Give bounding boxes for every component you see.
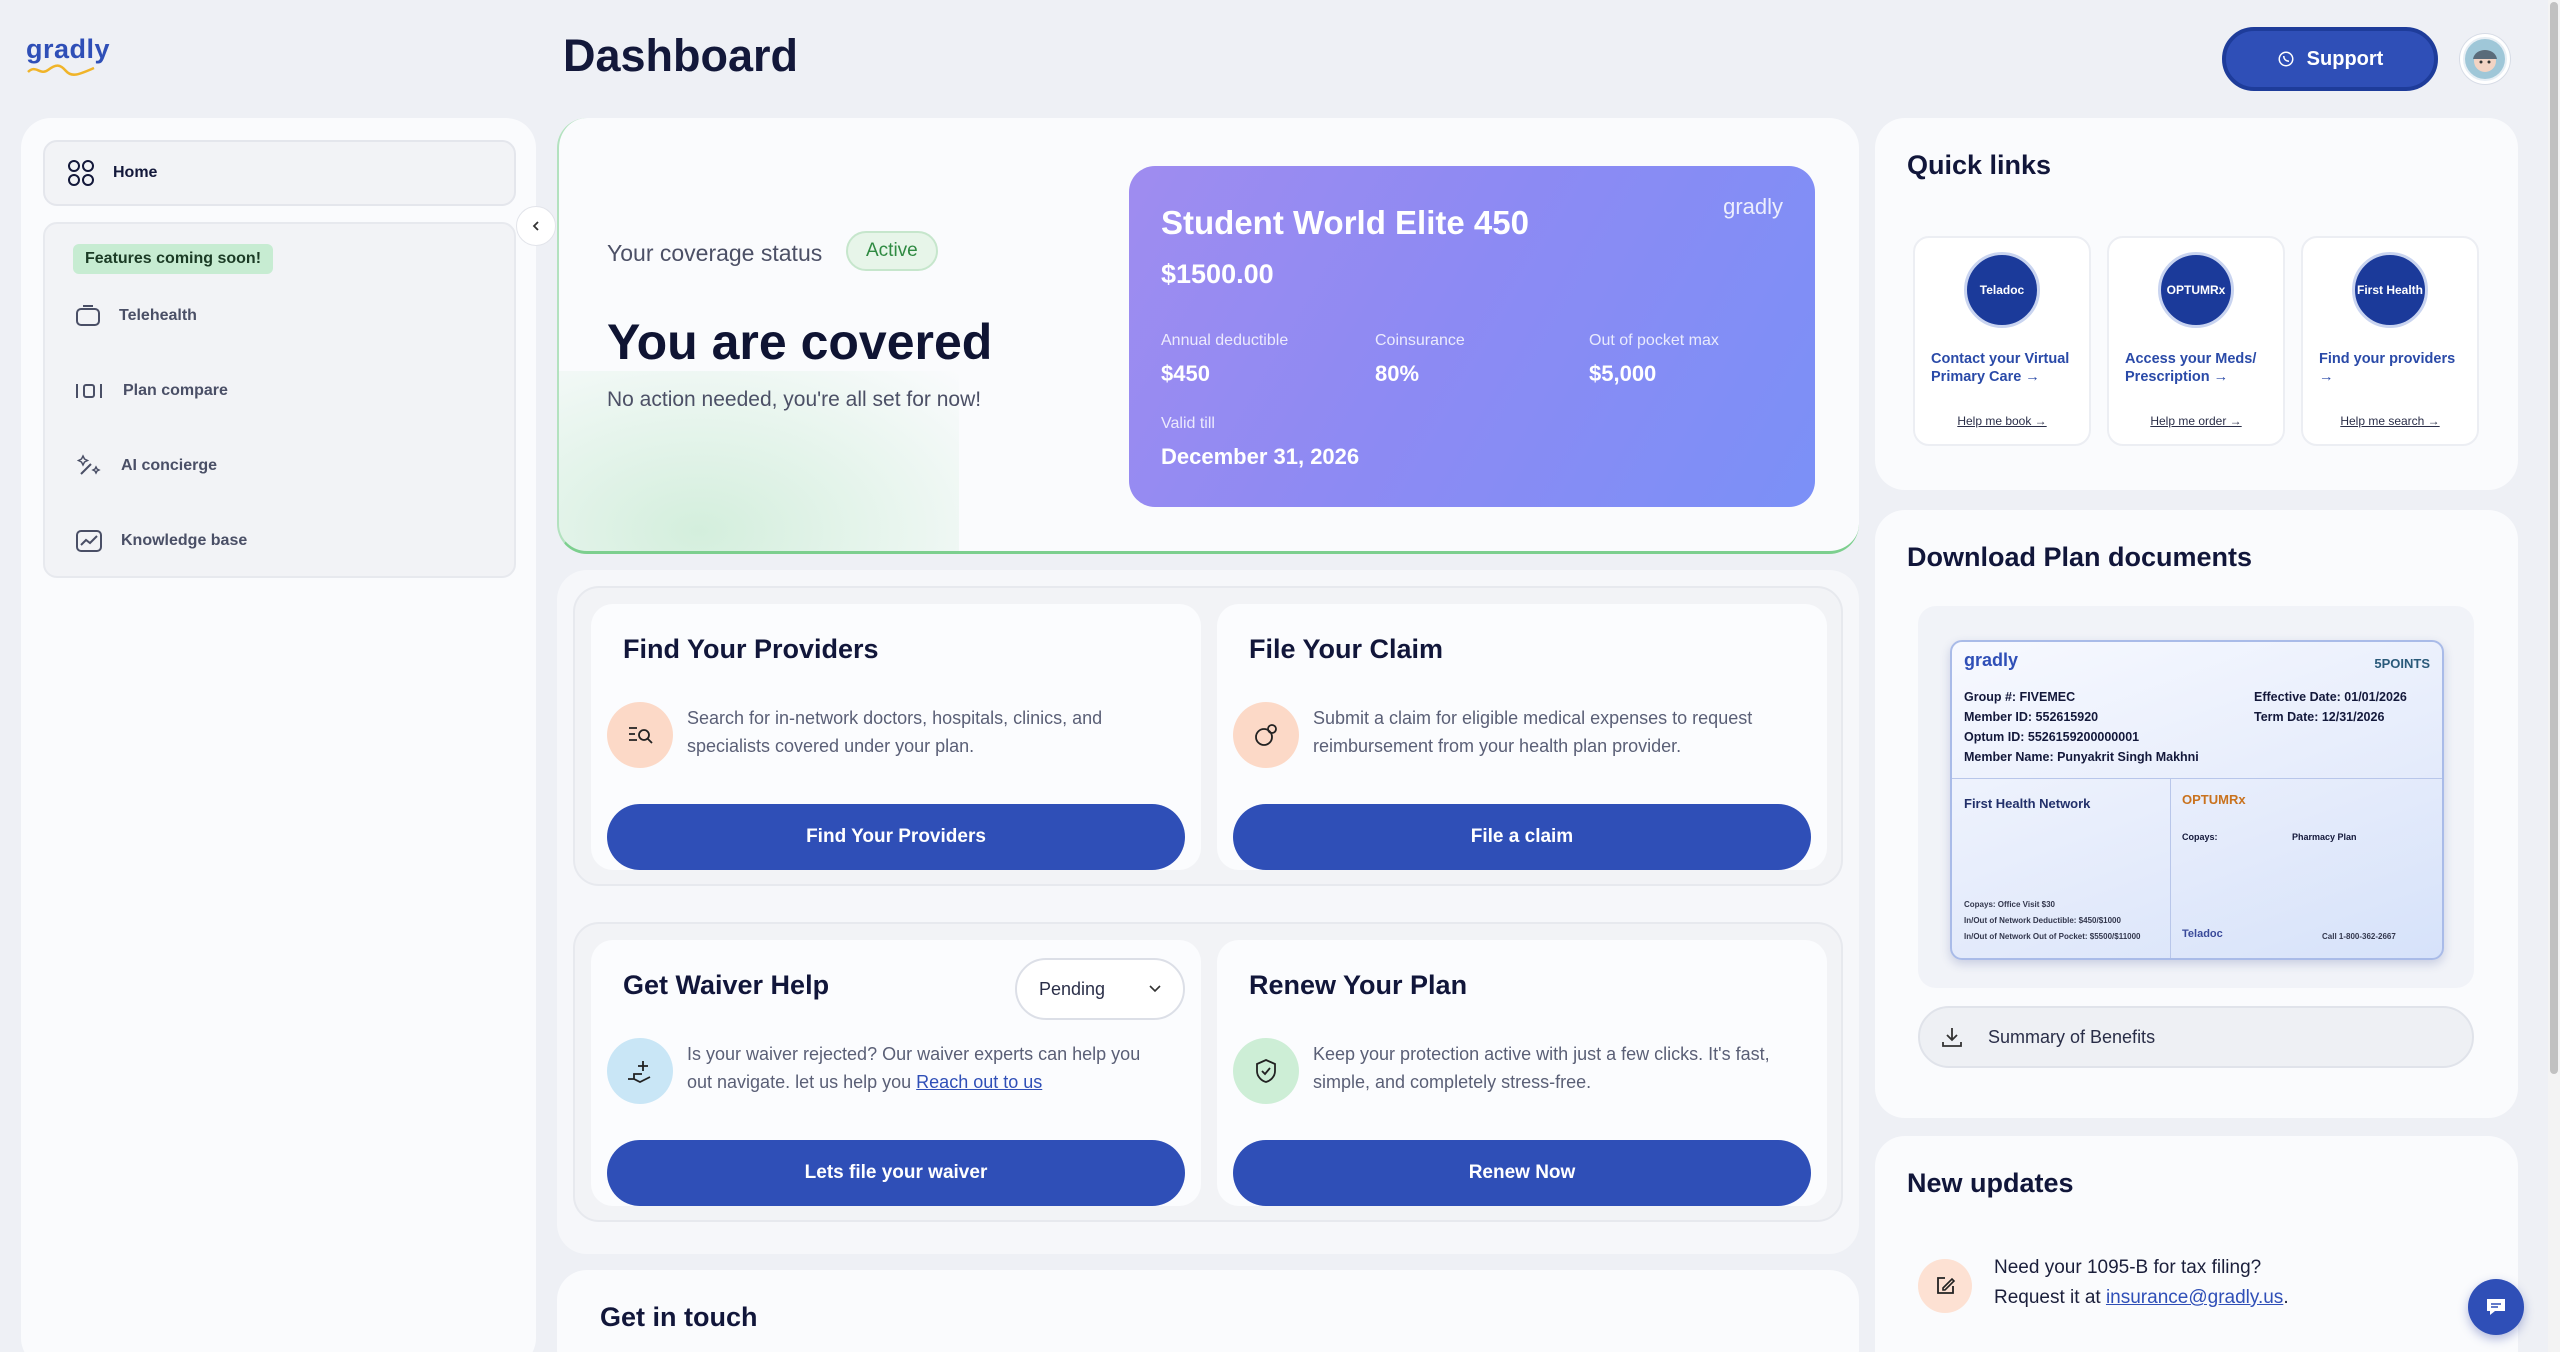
edit-icon xyxy=(1918,1259,1972,1313)
page-scrollbar[interactable] xyxy=(2548,0,2560,1352)
avatar[interactable] xyxy=(2460,34,2510,84)
sidebar-item-telehealth[interactable]: Telehealth xyxy=(75,296,197,336)
valid-label: Valid till xyxy=(1161,415,1215,432)
sidebar-item-home[interactable]: Home xyxy=(43,140,516,206)
section-title: Get in touch xyxy=(600,1302,758,1332)
tv-icon xyxy=(76,305,100,326)
tile-description: Keep your protection active with just a … xyxy=(1313,1044,1770,1092)
section-title: New updates xyxy=(1907,1168,2074,1198)
oop-value: $5,000 xyxy=(1589,361,1657,386)
tile-description: Is your waiver rejected? Our waiver expe… xyxy=(687,1044,1141,1092)
scrollbar-thumb[interactable] xyxy=(2550,2,2558,1074)
chart-icon xyxy=(76,530,102,552)
find-providers-tile: Find Your Providers Search for in-networ… xyxy=(591,604,1201,870)
file-waiver-button[interactable]: Lets file your waiver xyxy=(607,1140,1185,1206)
coverage-headline: You are covered xyxy=(607,314,993,370)
deductible-value: $450 xyxy=(1161,361,1210,386)
coming-soon-section: Features coming soon! Telehealth Plan co… xyxy=(43,222,516,578)
optumrx-logo: OPTUMRx xyxy=(2158,252,2234,328)
plan-name: Student World Elite 450 xyxy=(1161,204,1529,241)
renew-plan-tile: Renew Your Plan Keep your protection act… xyxy=(1217,940,1827,1206)
status-badge: Active xyxy=(846,231,938,271)
chat-button[interactable] xyxy=(2468,1279,2524,1335)
tile-title: Renew Your Plan xyxy=(1249,970,1468,1000)
quick-link-teladoc[interactable]: Teladoc Contact your Virtual Primary Car… xyxy=(1913,236,2091,446)
renew-now-button[interactable]: Renew Now xyxy=(1233,1140,1811,1206)
chevron-left-icon xyxy=(532,221,539,231)
grid-icon xyxy=(68,160,94,186)
waiver-help-tile: Get Waiver Help Pending Is your waiver r… xyxy=(591,940,1201,1206)
summary-of-benefits-button[interactable]: Summary of Benefits xyxy=(1918,1006,2474,1068)
deductible-label: Annual deductible xyxy=(1161,332,1289,349)
coming-soon-badge: Features coming soon! xyxy=(73,244,274,274)
first-health-logo: First Health xyxy=(2352,252,2428,328)
plan-documents-card: Download Plan documents gradly 5POINTS G… xyxy=(1875,510,2518,1118)
sidebar-item-plan-compare[interactable]: Plan compare xyxy=(75,371,228,411)
actions-panel: Find Your Providers Search for in-networ… xyxy=(557,570,1859,1254)
id-card-preview[interactable]: gradly 5POINTS Group #: FIVEMEC Member I… xyxy=(1918,606,2474,988)
get-in-touch-section: Get in touch xyxy=(557,1270,1859,1352)
coverage-status-label: Your coverage status xyxy=(607,240,823,266)
help-me-order-link[interactable]: Help me order → xyxy=(2109,414,2283,428)
chat-icon xyxy=(2487,1299,2505,1315)
oop-label: Out of pocket max xyxy=(1589,332,1719,349)
coverage-status-card: Your coverage status Active You are cove… xyxy=(557,118,1859,554)
sidebar: Home Features coming soon! Telehealth Pl… xyxy=(21,118,536,1352)
valid-value: December 31, 2026 xyxy=(1161,444,1360,469)
coinsurance-value: 80% xyxy=(1375,361,1420,386)
reach-out-link[interactable]: Reach out to us xyxy=(916,1072,1042,1092)
avatar-face-icon xyxy=(2465,39,2505,79)
tile-title: Find Your Providers xyxy=(623,634,879,664)
page-title: Dashboard xyxy=(563,30,799,81)
compare-icon xyxy=(76,384,102,398)
plan-card[interactable]: gradly Student World Elite 450 $1500.00 … xyxy=(1129,166,1815,507)
quick-link-optumrx[interactable]: OPTUMRx Access your Meds/ Prescription →… xyxy=(2107,236,2285,446)
logo-swirl-icon xyxy=(27,64,95,76)
gradly-logo[interactable]: gradly xyxy=(26,34,116,82)
email-link[interactable]: insurance@gradly.us xyxy=(2106,1287,2283,1308)
section-title: Download Plan documents xyxy=(1907,542,2253,572)
plan-price: $1500.00 xyxy=(1161,259,1274,289)
coinsurance-label: Coinsurance xyxy=(1375,332,1465,349)
insurance-id-card: gradly 5POINTS Group #: FIVEMEC Member I… xyxy=(1950,640,2444,960)
section-title: Quick links xyxy=(1907,150,2052,180)
quick-link-first-health[interactable]: First Health Find your providers → Help … xyxy=(2301,236,2479,446)
collapse-sidebar-button[interactable] xyxy=(516,206,556,246)
actions-row-2: Get Waiver Help Pending Is your waiver r… xyxy=(573,922,1843,1222)
tile-title: File Your Claim xyxy=(1249,634,1444,664)
tile-description: Search for in-network doctors, hospitals… xyxy=(687,708,1103,756)
actions-row-1: Find Your Providers Search for in-networ… xyxy=(573,586,1843,886)
teladoc-logo: Teladoc xyxy=(1964,252,2040,328)
find-providers-button[interactable]: Find Your Providers xyxy=(607,804,1185,870)
update-message: Need your 1095-B for tax filing? Request… xyxy=(1994,1257,2289,1308)
sidebar-item-knowledge-base[interactable]: Knowledge base xyxy=(75,521,247,561)
chevron-down-icon xyxy=(1149,985,1161,993)
claim-icon xyxy=(1233,702,1299,768)
file-claim-tile: File Your Claim Submit a claim for eligi… xyxy=(1217,604,1827,870)
sidebar-item-ai-concierge[interactable]: AI concierge xyxy=(75,446,217,486)
quick-links-card: Quick links Teladoc Contact your Virtual… xyxy=(1875,118,2518,490)
waiver-status-select[interactable]: Pending xyxy=(1015,958,1185,1020)
coverage-subtext: No action needed, you're all set for now… xyxy=(607,388,982,411)
search-list-icon xyxy=(607,702,673,768)
help-me-book-link[interactable]: Help me book → xyxy=(1915,414,2089,428)
new-updates-card: New updates Need your 1095-B for tax fil… xyxy=(1875,1136,2518,1352)
plan-card-logo: gradly xyxy=(1723,194,1783,219)
hand-plus-icon xyxy=(607,1038,673,1104)
sparkle-icon xyxy=(76,454,101,475)
tile-title: Get Waiver Help xyxy=(623,970,830,1000)
help-me-search-link[interactable]: Help me search → xyxy=(2303,414,2477,428)
shield-icon xyxy=(1233,1038,1299,1104)
download-icon xyxy=(1942,1028,1962,1047)
tile-description: Submit a claim for eligible medical expe… xyxy=(1313,708,1753,756)
support-button[interactable]: Support xyxy=(2222,27,2438,91)
file-claim-button[interactable]: File a claim xyxy=(1233,804,1811,870)
whatsapp-icon xyxy=(2278,51,2294,67)
